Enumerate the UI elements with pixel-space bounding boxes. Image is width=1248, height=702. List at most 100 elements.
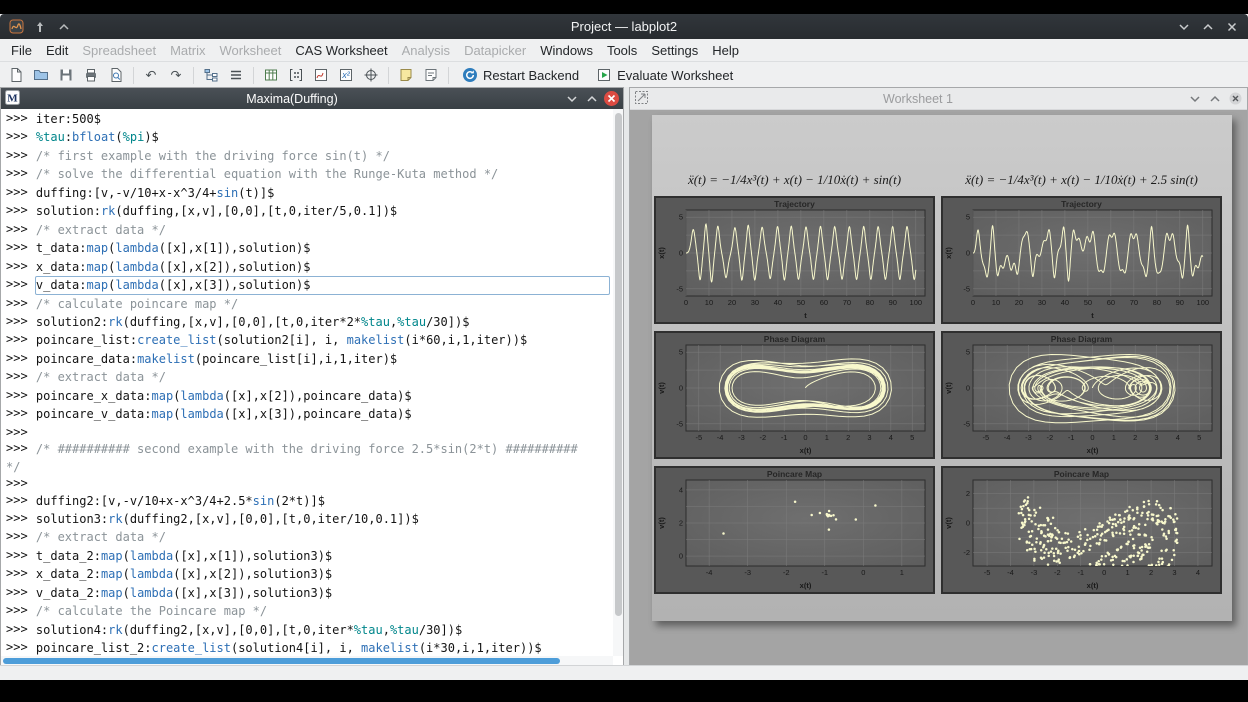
command-entry[interactable]: %tau:bfloat(%pi)$ <box>35 128 610 146</box>
code-line[interactable]: >>> /* solve the differential equation w… <box>6 165 613 183</box>
plot-phase2[interactable]: -5-4-3-2-1012345-505x(t)v(t)Phase Diagra… <box>941 331 1222 459</box>
new-note-button[interactable] <box>394 64 418 86</box>
code-line[interactable]: >>> /* calculate poincare map */ <box>6 295 613 313</box>
command-entry[interactable]: /* calculate the Poincare map */ <box>35 602 610 620</box>
document-print-button[interactable] <box>79 64 103 86</box>
worksheet-canvas[interactable]: ẍ(t) = −1/4x³(t) + x(t) − 1/10ẋ(t) + sin… <box>630 110 1247 666</box>
cas-shade-button[interactable] <box>564 91 580 107</box>
maximize-button[interactable] <box>1200 19 1216 35</box>
minimize-button[interactable] <box>1176 19 1192 35</box>
plot-poinc2[interactable]: -5-4-3-2-101234-202x(t)v(t)Poincare Map <box>941 466 1222 594</box>
command-entry[interactable]: solution:rk(duffing,[x,v],[0,0],[t,0,ite… <box>35 202 610 220</box>
code-line[interactable]: >>> /* extract data */ <box>6 528 613 546</box>
command-entry[interactable]: iter:500$ <box>35 110 610 128</box>
code-line[interactable]: >>> v_data_2:map(lambda([x],x[3]),soluti… <box>6 584 613 602</box>
code-line[interactable]: >>> <box>6 475 613 491</box>
command-entry[interactable]: /* calculate poincare map */ <box>35 295 610 313</box>
code-line[interactable]: >>> v_data:map(lambda([x],x[3]),solution… <box>6 276 613 294</box>
code-line[interactable]: >>> poincare_v_data:map(lambda([x],x[3])… <box>6 405 613 423</box>
command-entry[interactable]: /* solve the differential equation with … <box>35 165 610 183</box>
document-save-button[interactable] <box>54 64 78 86</box>
command-entry[interactable] <box>28 475 610 491</box>
plot-traj2[interactable]: 0102030405060708090100-505tx(t)Trajector… <box>941 196 1222 324</box>
code-line[interactable]: >>> x_data_2:map(lambda([x],x[2]),soluti… <box>6 565 613 583</box>
code-area[interactable]: >>> iter:500$>>> %tau:bfloat(%pi)$>>> /*… <box>1 109 613 656</box>
code-line[interactable]: >>> /* extract data */ <box>6 368 613 386</box>
restart-backend-button[interactable]: Restart Backend <box>454 65 587 85</box>
command-entry[interactable]: /* extract data */ <box>35 368 610 386</box>
worksheet-maximize-button[interactable] <box>1207 91 1223 107</box>
command-entry[interactable]: x_data_2:map(lambda([x],x[2]),solution3)… <box>35 565 610 583</box>
worksheet-close-button[interactable] <box>1227 91 1243 107</box>
new-script-button[interactable] <box>419 64 443 86</box>
command-entry[interactable]: t_data_2:map(lambda([x],x[1]),solution3)… <box>35 547 610 565</box>
folder-open-button[interactable] <box>29 64 53 86</box>
command-entry[interactable]: poincare_list_2:create_list(solution4[i]… <box>35 639 610 656</box>
undo-button[interactable]: ↶ <box>139 64 163 86</box>
code-line[interactable]: >>> x_data:map(lambda([x],x[2]),solution… <box>6 258 613 276</box>
horizontal-scrollbar-handle[interactable] <box>3 658 560 664</box>
menu-edit[interactable]: Edit <box>39 41 75 60</box>
code-line[interactable]: >>> solution2:rk(duffing,[x,v],[0,0],[t,… <box>6 313 613 331</box>
new-workbook-button[interactable] <box>224 64 248 86</box>
document-new-button[interactable] <box>4 64 28 86</box>
cas-window-titlebar[interactable]: M Maxima(Duffing) <box>1 88 623 109</box>
code-line[interactable]: >>> /* calculate the Poincare map */ <box>6 602 613 620</box>
command-entry[interactable] <box>28 424 610 440</box>
command-entry[interactable]: poincare_data:makelist(poincare_list[i],… <box>35 350 610 368</box>
command-entry[interactable]: poincare_list:create_list(solution2[i], … <box>35 331 610 349</box>
window-titlebar[interactable]: Project — labplot2 <box>0 14 1248 39</box>
menu-settings[interactable]: Settings <box>644 41 705 60</box>
code-line[interactable]: >>> t_data:map(lambda([x],x[1]),solution… <box>6 239 613 257</box>
command-entry[interactable]: duffing:[v,-v/10+x-x^3/4+sin(t)]$ <box>35 184 610 202</box>
command-entry[interactable]: /* extract data */ <box>35 221 610 239</box>
plot-phase1[interactable]: -5-4-3-2-1012345-505x(t)v(t)Phase Diagra… <box>654 331 935 459</box>
code-line[interactable]: >>> /* ########## second example with th… <box>6 440 613 458</box>
code-line[interactable]: >>> solution:rk(duffing,[x,v],[0,0],[t,0… <box>6 202 613 220</box>
command-entry[interactable]: poincare_x_data:map(lambda([x],x[2]),poi… <box>35 387 610 405</box>
command-entry[interactable]: /* extract data */ <box>35 528 610 546</box>
close-button[interactable] <box>1224 19 1240 35</box>
code-line[interactable]: >>> /* first example with the driving fo… <box>6 147 613 165</box>
vertical-scrollbar[interactable] <box>613 109 623 656</box>
code-line[interactable]: >>> iter:500$ <box>6 110 613 128</box>
new-spreadsheet-button[interactable] <box>259 64 283 86</box>
keep-above-icon[interactable] <box>32 19 48 35</box>
command-entry[interactable]: poincare_v_data:map(lambda([x],x[3]),poi… <box>35 405 610 423</box>
code-line[interactable]: */ <box>6 459 613 475</box>
new-datapicker-button[interactable] <box>359 64 383 86</box>
code-line[interactable]: >>> <box>6 424 613 440</box>
command-entry[interactable]: solution4:rk(duffing2,[x,v],[0,0],[t,0,i… <box>35 621 610 639</box>
code-line[interactable]: >>> poincare_list_2:create_list(solution… <box>6 639 613 656</box>
worksheet-page[interactable]: ẍ(t) = −1/4x³(t) + x(t) − 1/10ẋ(t) + sin… <box>652 115 1232 621</box>
print-preview-button[interactable] <box>104 64 128 86</box>
command-entry[interactable]: /* ########## second example with the dr… <box>35 440 610 458</box>
evaluate-worksheet-button[interactable]: Evaluate Worksheet <box>588 65 741 85</box>
vertical-scrollbar-handle[interactable] <box>615 113 622 616</box>
code-line[interactable]: >>> duffing:[v,-v/10+x-x^3/4+sin(t)]$ <box>6 184 613 202</box>
menu-help[interactable]: Help <box>705 41 746 60</box>
code-line[interactable]: >>> %tau:bfloat(%pi)$ <box>6 128 613 146</box>
command-entry[interactable]: solution2:rk(duffing,[x,v],[0,0],[t,0,it… <box>35 313 610 331</box>
command-entry[interactable]: v_data_2:map(lambda([x],x[3]),solution3)… <box>35 584 610 602</box>
code-line[interactable]: >>> solution4:rk(duffing2,[x,v],[0,0],[t… <box>6 621 613 639</box>
command-entry[interactable]: v_data:map(lambda([x],x[3]),solution)$ <box>35 276 610 294</box>
code-line[interactable]: >>> /* extract data */ <box>6 221 613 239</box>
new-matrix-button[interactable] <box>284 64 308 86</box>
new-project-folder-button[interactable] <box>199 64 223 86</box>
menu-file[interactable]: File <box>4 41 39 60</box>
redo-button[interactable]: ↷ <box>164 64 188 86</box>
plot-poinc1[interactable]: -4-3-2-101024x(t)v(t)Poincare Map <box>654 466 935 594</box>
code-line[interactable]: >>> solution3:rk(duffing2,[x,v],[0,0],[t… <box>6 510 613 528</box>
code-line[interactable]: >>> poincare_x_data:map(lambda([x],x[2])… <box>6 387 613 405</box>
plot-traj1[interactable]: 0102030405060708090100-505tx(t)Trajector… <box>654 196 935 324</box>
menu-cas-worksheet[interactable]: CAS Worksheet <box>288 41 394 60</box>
cas-close-button[interactable] <box>604 91 619 106</box>
shade-icon[interactable] <box>56 19 72 35</box>
worksheet-shade-button[interactable] <box>1187 91 1203 107</box>
code-line[interactable]: >>> poincare_list:create_list(solution2[… <box>6 331 613 349</box>
menu-windows[interactable]: Windows <box>533 41 600 60</box>
code-line[interactable]: >>> poincare_data:makelist(poincare_list… <box>6 350 613 368</box>
code-line[interactable]: >>> t_data_2:map(lambda([x],x[1]),soluti… <box>6 547 613 565</box>
command-entry[interactable]: x_data:map(lambda([x],x[2]),solution)$ <box>35 258 610 276</box>
